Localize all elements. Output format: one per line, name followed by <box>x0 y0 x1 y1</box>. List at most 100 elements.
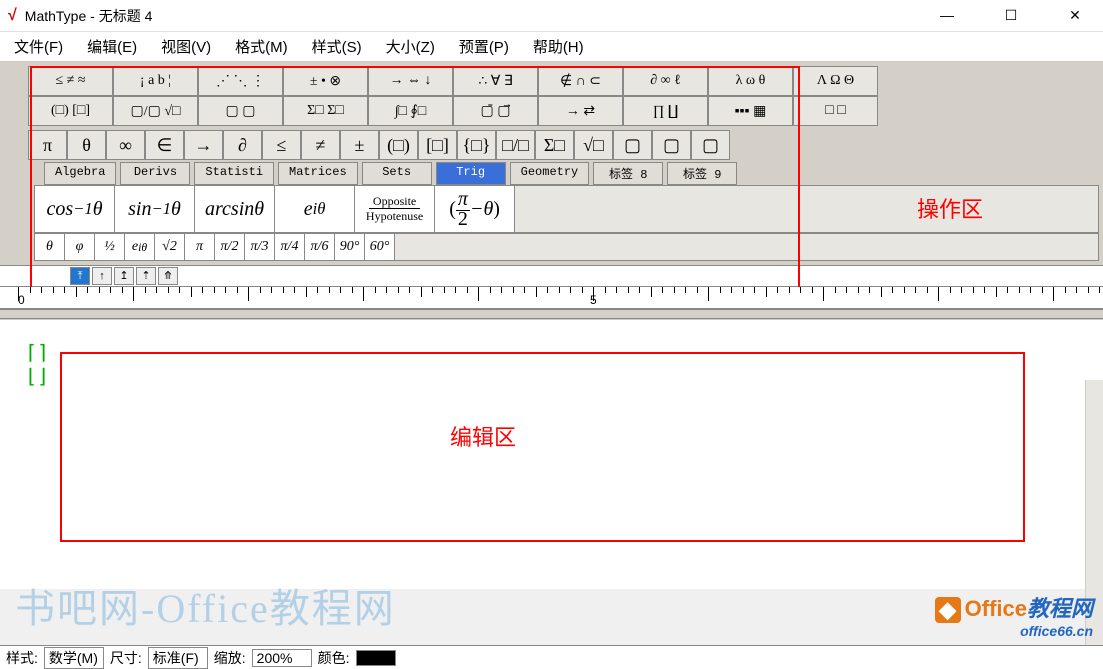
menu-item[interactable]: 编辑(E) <box>77 32 147 61</box>
menu-item[interactable]: 视图(V) <box>151 32 221 61</box>
symbol-palette-button[interactable]: (□) <box>379 130 418 160</box>
symbol-palette-button[interactable]: λ ω θ <box>708 66 793 96</box>
symbol-palette-button[interactable]: ± <box>340 130 379 160</box>
status-style-label: 样式: <box>6 648 38 668</box>
symbol-palette-button[interactable]: → ⇔ ↓ <box>368 66 453 96</box>
expression-small-button[interactable]: ½ <box>95 234 125 260</box>
edit-area[interactable]: ⌈⌉⌊⌋ 编辑区 <box>0 319 1103 589</box>
symbol-palette-button[interactable]: ∴ ∀ ∃ <box>453 66 538 96</box>
maximize-button[interactable]: ☐ <box>991 7 1031 24</box>
expression-large-button[interactable]: (π2 − θ) <box>435 186 515 232</box>
symbol-palette-button[interactable]: ⋰ ⋱ ⋮ <box>198 66 283 96</box>
symbol-palette-button[interactable]: ∂ <box>223 130 262 160</box>
symbol-palette-button[interactable]: ▢ <box>652 130 691 160</box>
logo-icon: ◆ <box>935 597 961 623</box>
menu-item[interactable]: 样式(S) <box>302 32 372 61</box>
symbol-palette-button[interactable]: ∉ ∩ ⊂ <box>538 66 623 96</box>
expression-small-button[interactable]: π/3 <box>245 234 275 260</box>
symbol-palette-button[interactable]: ¡ a b ¦ <box>113 66 198 96</box>
expression-small-button[interactable]: π/6 <box>305 234 335 260</box>
status-size-label: 尺寸: <box>110 648 142 668</box>
symbol-palette-button[interactable]: ≤ <box>262 130 301 160</box>
symbol-palette-button[interactable]: □/□ <box>496 130 535 160</box>
symbol-palette-button[interactable]: Σ□ <box>535 130 574 160</box>
symbol-palette-button[interactable]: ∞ <box>106 130 145 160</box>
symbol-palette-button[interactable]: ▪▪▪ ▦ <box>708 96 793 126</box>
expression-small-button[interactable]: φ <box>65 234 95 260</box>
menu-item[interactable]: 预置(P) <box>449 32 519 61</box>
symbol-palette-button[interactable]: Λ Ω Θ <box>793 66 878 96</box>
category-tab[interactable]: Geometry <box>510 162 590 185</box>
pane-divider[interactable] <box>0 309 1103 319</box>
expression-large-button[interactable]: cos−1 θ <box>35 186 115 232</box>
category-tab[interactable]: Trig <box>436 162 506 185</box>
expression-small-button[interactable]: θ <box>35 234 65 260</box>
menu-item[interactable]: 文件(F) <box>4 32 73 61</box>
symbol-palette-button[interactable]: → <box>184 130 223 160</box>
category-tab[interactable]: Derivs <box>120 162 190 185</box>
symbol-palette-button[interactable]: ≤ ≠ ≈ <box>28 66 113 96</box>
symbol-palette-button[interactable]: → ⇄ <box>538 96 623 126</box>
expression-large-button[interactable]: arcsinθ <box>195 186 275 232</box>
watermark-logo: ◆Office教程网 office66.cn <box>935 591 1093 639</box>
tabstop-bar-icon[interactable]: ⤊ <box>158 267 178 285</box>
symbol-palette-button[interactable]: ▢ ▢ <box>198 96 283 126</box>
expression-small-button[interactable]: π/2 <box>215 234 245 260</box>
ruler[interactable]: 0 5 <box>0 287 1103 309</box>
expression-large-button[interactable]: OppositeHypotenuse <box>355 186 435 232</box>
category-tab[interactable]: Algebra <box>44 162 116 185</box>
equation-cursor-icon: ⌈⌉⌊⌋ <box>25 340 49 388</box>
category-tab[interactable]: Matrices <box>278 162 358 185</box>
symbol-palette-button[interactable]: ▢/▢ √□ <box>113 96 198 126</box>
tabstop-decimal-icon[interactable]: ⇡ <box>136 267 156 285</box>
symbol-palette-button[interactable]: θ <box>67 130 106 160</box>
menu-item[interactable]: 格式(M) <box>225 32 298 61</box>
symbol-palette-button[interactable]: √□ <box>574 130 613 160</box>
symbol-palette-button[interactable]: ± • ⊗ <box>283 66 368 96</box>
symbol-palette-button[interactable]: [□] <box>418 130 457 160</box>
symbol-palette-button[interactable]: □ □ <box>793 96 878 126</box>
status-size-value[interactable]: 标准(F) <box>148 647 208 669</box>
symbol-palette-button[interactable]: {□} <box>457 130 496 160</box>
expression-small-button[interactable]: eiθ <box>125 234 155 260</box>
expression-large-button[interactable]: sin−1 θ <box>115 186 195 232</box>
tabstop-center-icon[interactable]: ↑ <box>92 267 112 285</box>
expression-small-button[interactable]: π/4 <box>275 234 305 260</box>
menu-item[interactable]: 大小(Z) <box>376 32 445 61</box>
expression-large-button[interactable]: eiθ <box>275 186 355 232</box>
category-tab[interactable]: 标签 8 <box>593 162 663 185</box>
symbol-palette-button[interactable]: ∈ <box>145 130 184 160</box>
logo-brand: Office <box>965 596 1027 621</box>
category-tab[interactable]: 标签 9 <box>667 162 737 185</box>
symbol-palette-row-2: (□) [□]▢/▢ √□▢ ▢Σ□ Σ□∫□ ∮□▢̄ ▢⃗→ ⇄∏ ∐▪▪▪… <box>28 96 1099 126</box>
window-title: MathType - 无标题 4 <box>25 6 927 26</box>
status-style-value[interactable]: 数学(M) <box>44 647 104 669</box>
menu-item[interactable]: 帮助(H) <box>523 32 594 61</box>
tabstop-right-icon[interactable]: ↥ <box>114 267 134 285</box>
expression-small-button[interactable]: √2 <box>155 234 185 260</box>
tabstop-toolbar: ⤒ ↑ ↥ ⇡ ⤊ <box>0 265 1103 287</box>
expression-small-button[interactable]: π <box>185 234 215 260</box>
tabstop-left-icon[interactable]: ⤒ <box>70 267 90 285</box>
symbol-palette-button[interactable]: ≠ <box>301 130 340 160</box>
symbol-palette-button[interactable]: ∂ ∞ ℓ <box>623 66 708 96</box>
symbol-palette-button[interactable]: π <box>28 130 67 160</box>
symbol-palette-button[interactable]: (□) [□] <box>28 96 113 126</box>
symbol-palette-button[interactable]: ▢ <box>691 130 730 160</box>
symbol-palette-button[interactable]: ∫□ ∮□ <box>368 96 453 126</box>
expression-small-button[interactable]: 90° <box>335 234 365 260</box>
close-button[interactable]: ✕ <box>1055 7 1095 24</box>
category-tab[interactable]: Statisti <box>194 162 274 185</box>
ruler-mark-0: 0 <box>18 293 25 307</box>
status-color-swatch[interactable] <box>356 650 396 666</box>
symbol-palette-button[interactable]: ∏ ∐ <box>623 96 708 126</box>
operation-area-label: 操作区 <box>917 192 983 224</box>
minimize-button[interactable]: — <box>927 7 967 24</box>
expression-small-button[interactable]: 60° <box>365 234 395 260</box>
status-zoom-value[interactable]: 200% <box>252 649 312 667</box>
symbol-palette-button[interactable]: Σ□ Σ□ <box>283 96 368 126</box>
symbol-palette-button[interactable]: ▢̄ ▢⃗ <box>453 96 538 126</box>
category-tab[interactable]: Sets <box>362 162 432 185</box>
symbol-palette-button[interactable]: ▢ <box>613 130 652 160</box>
logo-suffix: 教程网 <box>1027 596 1093 621</box>
